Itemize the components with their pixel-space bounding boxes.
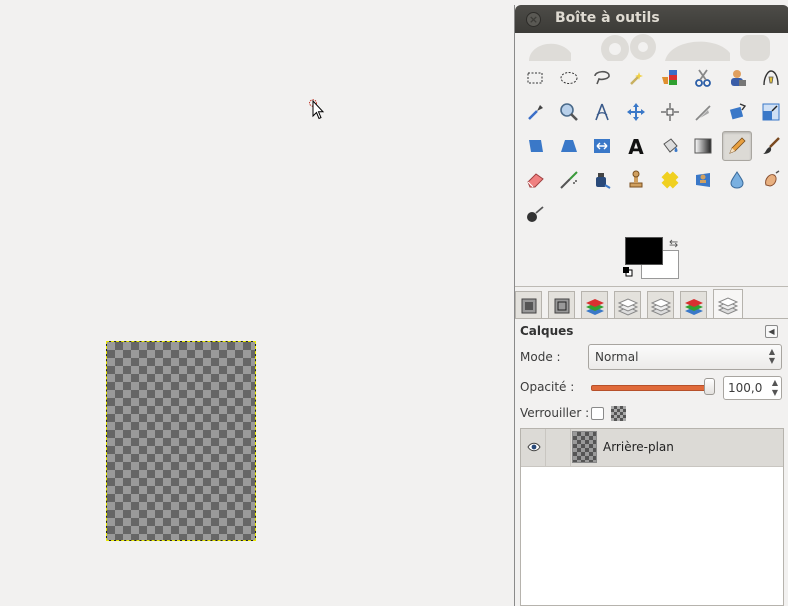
perspective-clone-icon[interactable] xyxy=(688,165,718,195)
lock-pixels-checkbox[interactable] xyxy=(591,407,604,420)
ink-icon[interactable] xyxy=(587,165,617,195)
foreground-color-swatch[interactable] xyxy=(625,237,663,265)
window-titlebar[interactable]: × Boîte à outils xyxy=(515,5,788,33)
wilber-logo-icon xyxy=(529,34,770,61)
lock-alpha-icon[interactable] xyxy=(611,406,626,421)
rotate-icon[interactable] xyxy=(722,97,752,127)
mode-value: Normal xyxy=(595,350,639,364)
lock-label: Verrouiller : xyxy=(520,406,590,420)
clone-icon[interactable] xyxy=(621,165,651,195)
zoom-icon[interactable] xyxy=(554,97,584,127)
color-picker-icon[interactable] xyxy=(520,97,550,127)
perspective-icon[interactable] xyxy=(554,131,584,161)
align-icon[interactable] xyxy=(655,97,685,127)
panel-title: Calques xyxy=(520,324,574,338)
paths-icon[interactable] xyxy=(756,63,786,93)
move-icon[interactable] xyxy=(621,97,651,127)
paintbrush-icon[interactable] xyxy=(756,131,786,161)
layer-thumbnail xyxy=(572,431,597,463)
opacity-label: Opacité : xyxy=(520,380,575,394)
crop-icon[interactable] xyxy=(688,97,718,127)
tool-options-tab[interactable] xyxy=(515,291,542,319)
close-button[interactable]: × xyxy=(526,12,541,27)
tab-strip-border xyxy=(515,318,788,319)
fuzzy-select-icon[interactable] xyxy=(621,63,651,93)
device-status-tab[interactable] xyxy=(548,291,575,319)
heal-icon[interactable] xyxy=(655,165,685,195)
select-arrows-icon: ▲ ▼ xyxy=(768,347,775,365)
color-area: ⇆ xyxy=(623,235,693,281)
blend-icon[interactable] xyxy=(688,131,718,161)
layers-tab-red[interactable] xyxy=(581,291,608,319)
spin-arrows-icon[interactable]: ▲ ▼ xyxy=(772,378,778,398)
channels-tab[interactable] xyxy=(614,291,641,319)
toolbox-window: × Boîte à outils A ⇆ Calques ◀ Mode: No… xyxy=(514,5,788,606)
default-colors-icon[interactable] xyxy=(623,267,633,277)
layer-chain-toggle[interactable] xyxy=(545,429,571,466)
svg-text:A: A xyxy=(628,135,644,157)
mode-select[interactable]: Normal ▲ ▼ xyxy=(588,344,782,370)
image-canvas-layer[interactable] xyxy=(106,341,256,541)
tool-grid: A xyxy=(520,63,788,233)
smudge-icon[interactable] xyxy=(756,165,786,195)
opacity-value: 100,0 xyxy=(728,381,763,395)
undo-tab[interactable] xyxy=(680,291,707,319)
visibility-eye-icon[interactable] xyxy=(527,441,541,453)
scale-icon[interactable] xyxy=(756,97,786,127)
layer-row[interactable]: Arrière-plan xyxy=(521,429,783,467)
pencil-icon[interactable] xyxy=(722,131,753,161)
airbrush-icon[interactable] xyxy=(554,165,584,195)
free-select-icon[interactable] xyxy=(587,63,617,93)
pencil-cursor-icon xyxy=(309,99,325,120)
rect-select-icon[interactable] xyxy=(520,63,550,93)
measure-icon[interactable] xyxy=(587,97,617,127)
layers-list[interactable]: Arrière-plan xyxy=(520,428,784,606)
ellipse-select-icon[interactable] xyxy=(554,63,584,93)
text-icon[interactable]: A xyxy=(621,131,651,161)
paths-tab[interactable] xyxy=(647,291,674,319)
eraser-icon[interactable] xyxy=(520,165,550,195)
shear-icon[interactable] xyxy=(520,131,550,161)
layers-tab[interactable] xyxy=(713,289,743,319)
opacity-slider-track[interactable] xyxy=(591,385,713,391)
opacity-spinbutton[interactable]: 100,0 ▲ ▼ xyxy=(723,376,782,400)
flip-icon[interactable] xyxy=(587,131,617,161)
dodge-burn-icon[interactable] xyxy=(520,199,550,229)
dock-tabs xyxy=(515,287,788,319)
swap-colors-icon[interactable]: ⇆ xyxy=(669,237,678,250)
color-select-icon[interactable] xyxy=(655,63,685,93)
mode-label: Mode : xyxy=(520,350,561,364)
foreground-select-icon[interactable] xyxy=(722,63,752,93)
panel-menu-button[interactable]: ◀ xyxy=(765,325,778,338)
window-title: Boîte à outils xyxy=(555,10,660,26)
blur-sharpen-icon[interactable] xyxy=(722,165,752,195)
bucket-fill-icon[interactable] xyxy=(655,131,685,161)
opacity-slider-handle[interactable] xyxy=(704,378,715,395)
scissors-select-icon[interactable] xyxy=(688,63,718,93)
layer-name[interactable]: Arrière-plan xyxy=(603,440,674,454)
